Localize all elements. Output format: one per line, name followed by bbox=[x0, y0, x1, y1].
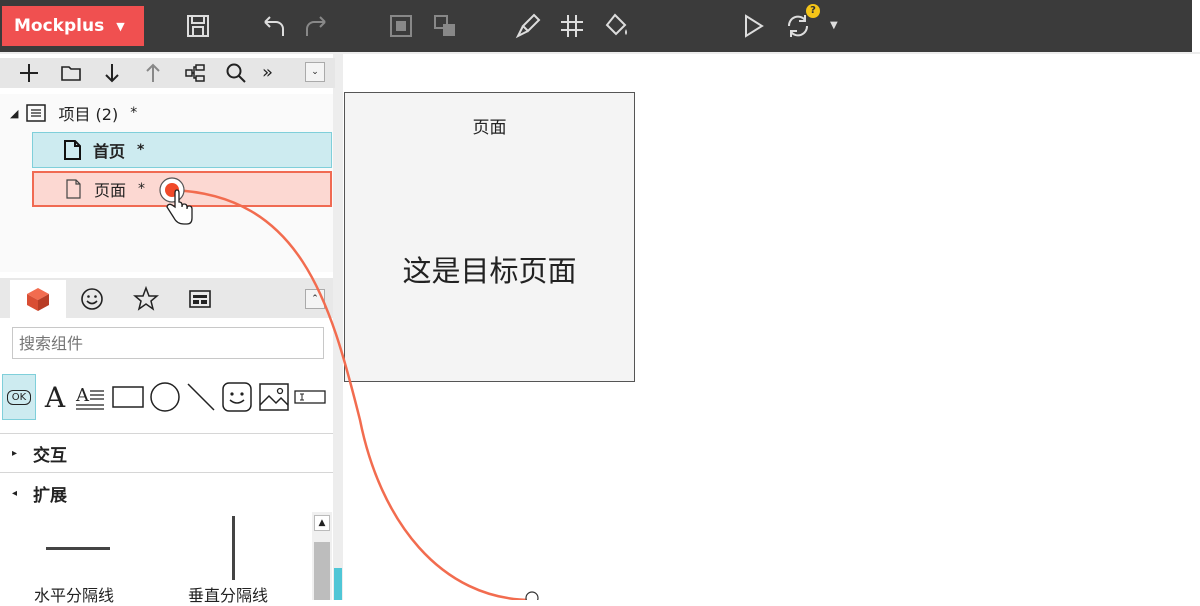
collapse-icon[interactable]: ⌄ bbox=[305, 62, 325, 82]
search-icon[interactable] bbox=[223, 60, 249, 86]
circle-component-icon[interactable] bbox=[148, 374, 182, 420]
project-icon bbox=[26, 104, 47, 122]
grid-icon[interactable] bbox=[556, 10, 588, 42]
component-search-input[interactable] bbox=[12, 327, 324, 359]
collapse-arrow-icon: ◂ bbox=[12, 488, 18, 499]
format-brush-icon[interactable] bbox=[512, 10, 544, 42]
page-icon bbox=[64, 140, 81, 160]
project-toolbar bbox=[0, 58, 335, 88]
move-down-icon[interactable] bbox=[99, 60, 125, 86]
tree-item-page[interactable]: 页面 * bbox=[32, 171, 332, 207]
vertical-divider-preview[interactable] bbox=[232, 516, 235, 580]
expand-arrow-icon: ▸ bbox=[12, 448, 18, 459]
scroll-up-icon[interactable]: ▲ bbox=[314, 515, 330, 531]
group-icon[interactable] bbox=[385, 10, 417, 42]
preview-play-icon[interactable] bbox=[737, 10, 769, 42]
more-icon[interactable]: » bbox=[262, 62, 273, 83]
redo-icon[interactable] bbox=[301, 10, 333, 42]
paragraph-component-icon[interactable]: A bbox=[73, 374, 107, 420]
section-label: 交互 bbox=[33, 446, 68, 466]
chevron-down-icon[interactable]: ▼ bbox=[830, 20, 838, 31]
expand-triangle-icon[interactable]: ◢ bbox=[10, 107, 18, 120]
section-label: 扩展 bbox=[33, 486, 68, 506]
tree-item-label: 页面 bbox=[94, 181, 127, 200]
scroll-thumb[interactable] bbox=[314, 542, 330, 600]
tree-root-label: 项目 (2) bbox=[58, 105, 119, 124]
panel-divider[interactable] bbox=[333, 54, 343, 600]
box-icon[interactable] bbox=[23, 285, 53, 313]
folder-icon[interactable] bbox=[58, 60, 84, 86]
image-component-icon[interactable] bbox=[257, 374, 291, 420]
brand-menu-button[interactable]: Mockplus ▼ bbox=[2, 6, 144, 46]
add-icon[interactable] bbox=[16, 60, 42, 86]
svg-text:A: A bbox=[75, 385, 90, 406]
emoji-component-icon[interactable] bbox=[220, 374, 254, 420]
extension-label-vertical: 垂直分隔线 bbox=[188, 586, 269, 605]
fill-icon[interactable] bbox=[601, 10, 633, 42]
move-up-icon[interactable] bbox=[140, 60, 166, 86]
button-component-icon[interactable]: OK bbox=[2, 374, 36, 420]
tree-item-label: 首页 bbox=[93, 142, 126, 161]
page-icon bbox=[66, 179, 81, 199]
section-interaction[interactable]: ▸ 交互 bbox=[12, 441, 67, 466]
rectangle-component-icon[interactable] bbox=[111, 374, 145, 420]
save-icon[interactable] bbox=[182, 10, 214, 42]
divider bbox=[0, 433, 333, 434]
unsaved-marker: * bbox=[138, 181, 146, 197]
horizontal-divider-preview[interactable] bbox=[46, 547, 110, 550]
chevron-down-icon: ▼ bbox=[116, 19, 125, 33]
tree-icon[interactable] bbox=[182, 60, 208, 86]
unsaved-marker: * bbox=[130, 105, 138, 121]
line-component-icon[interactable] bbox=[184, 374, 218, 420]
ok-label: OK bbox=[6, 389, 32, 405]
ungroup-icon[interactable] bbox=[429, 10, 461, 42]
page-frame-body-text: 这是目标页面 bbox=[402, 254, 577, 288]
drop-indicator bbox=[334, 568, 342, 600]
unsaved-marker: * bbox=[137, 142, 145, 158]
template-icon[interactable] bbox=[185, 285, 215, 313]
link-end-handle[interactable] bbox=[525, 591, 539, 600]
divider bbox=[0, 472, 333, 473]
page-frame-title: 页面 bbox=[472, 118, 507, 138]
extension-label-horizontal: 水平分隔线 bbox=[34, 586, 115, 605]
text-component-icon[interactable]: A bbox=[38, 374, 72, 420]
tree-item-home[interactable]: 首页 * bbox=[32, 132, 332, 168]
input-component-icon[interactable] bbox=[293, 374, 327, 420]
tree-root[interactable]: ◢ 项目 (2) * bbox=[10, 101, 137, 125]
top-toolbar bbox=[0, 0, 1192, 52]
emoji-icon[interactable] bbox=[77, 285, 107, 313]
section-extensions[interactable]: ◂ 扩展 bbox=[12, 481, 67, 506]
star-icon[interactable] bbox=[131, 285, 161, 313]
collapse-panel-icon[interactable]: ⌃ bbox=[305, 289, 325, 309]
brand-label: Mockplus bbox=[14, 16, 105, 36]
undo-icon[interactable] bbox=[257, 10, 289, 42]
help-badge[interactable]: ? bbox=[806, 4, 820, 18]
